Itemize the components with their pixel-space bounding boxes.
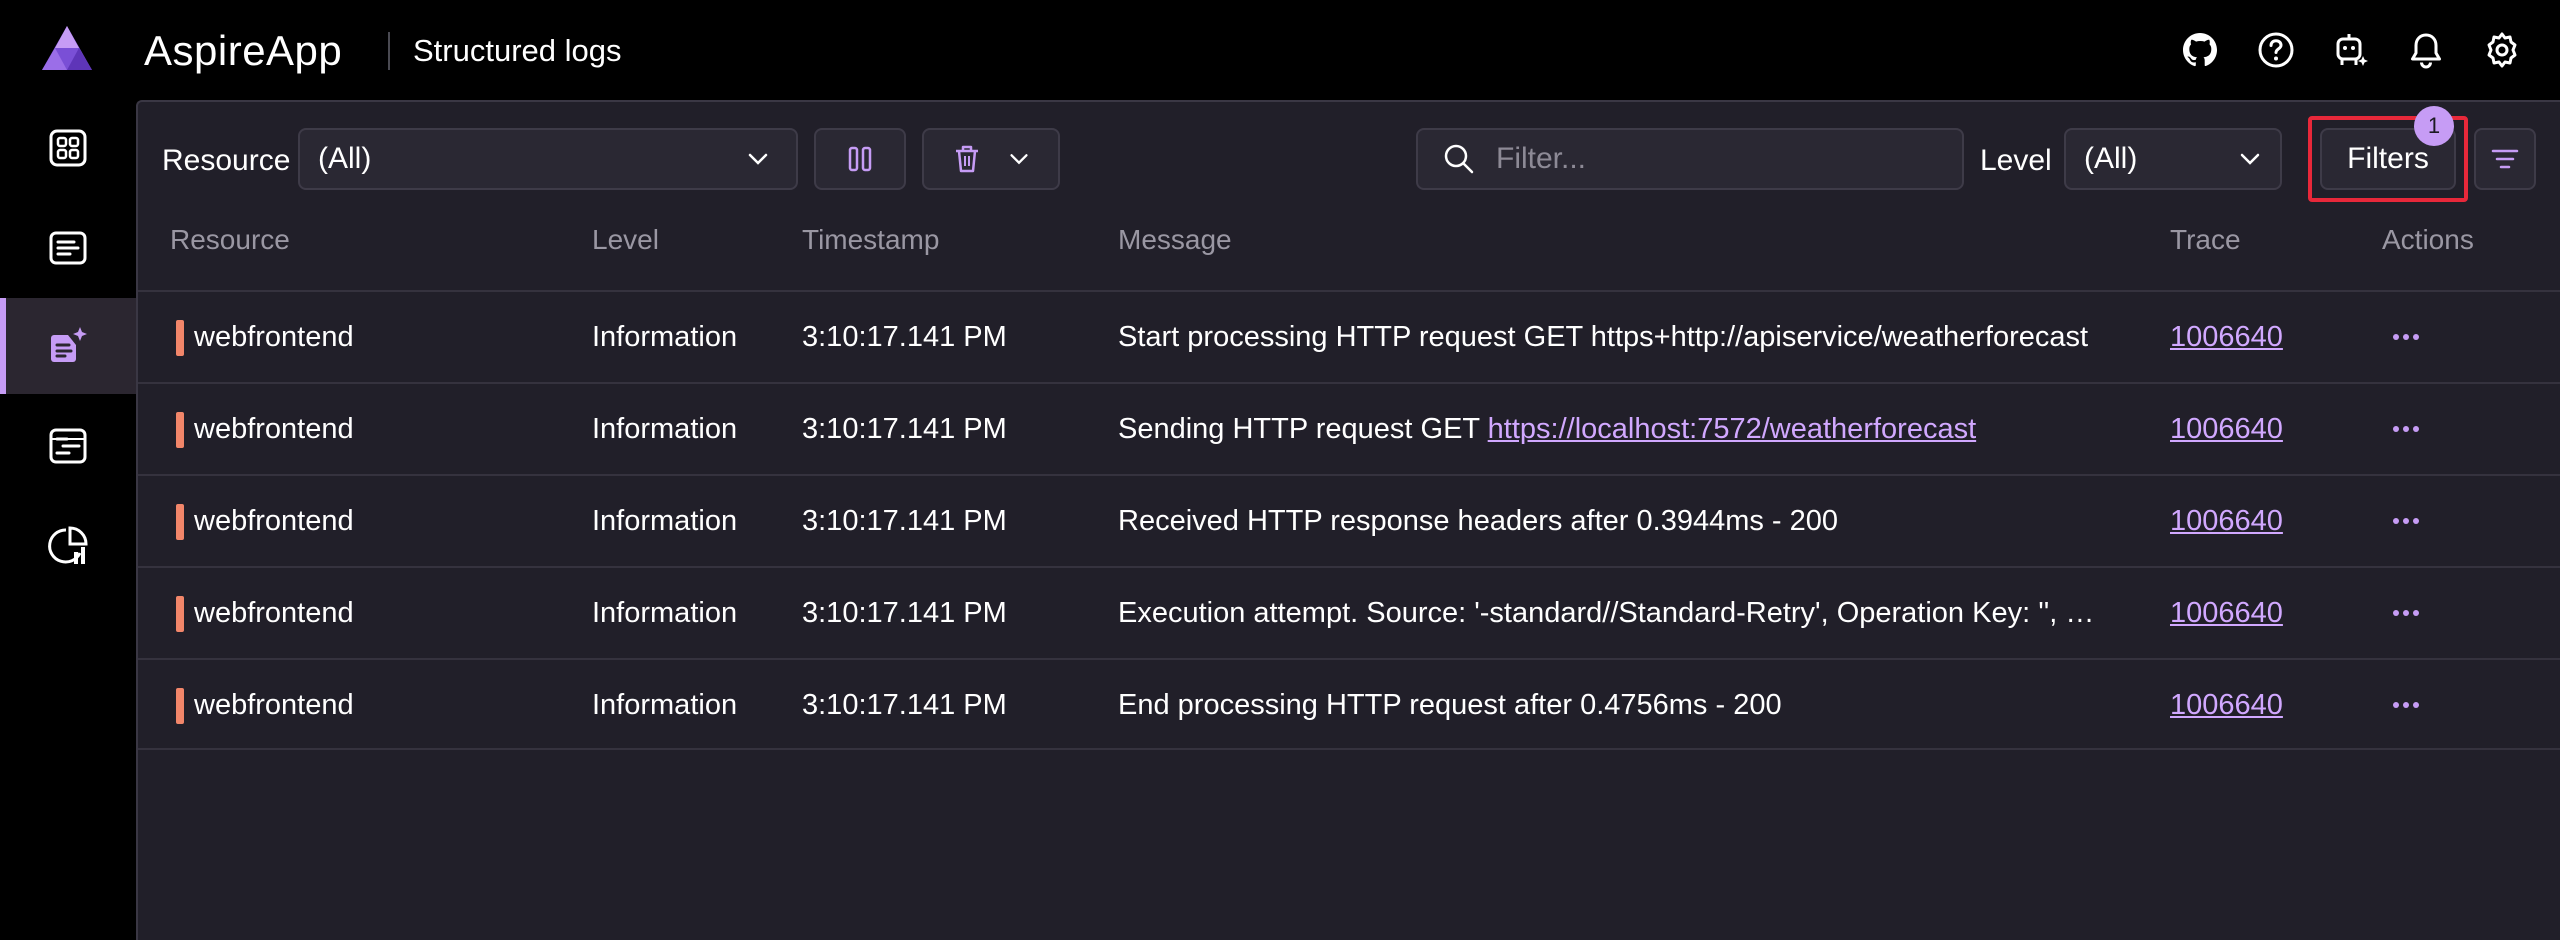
notifications-icon[interactable]: [2402, 26, 2450, 74]
resource-color-marker: [176, 596, 184, 632]
clear-logs-button[interactable]: [922, 128, 1060, 190]
resource-color-marker: [176, 412, 184, 448]
message-cell: Sending HTTP request GET https://localho…: [1118, 411, 1976, 447]
timestamp-cell: 3:10:17.141 PM: [802, 505, 1007, 537]
trace-link[interactable]: 1006640: [2170, 319, 2283, 355]
pause-button[interactable]: [814, 128, 906, 190]
column-header-timestamp[interactable]: Timestamp: [802, 222, 939, 258]
level-label: Level: [1980, 144, 2052, 177]
message-cell: End processing HTTP request after 0.4756…: [1118, 689, 1782, 721]
more-actions-icon[interactable]: [2386, 598, 2426, 628]
nav-metrics[interactable]: [0, 498, 136, 594]
aspire-logo-icon[interactable]: [40, 24, 94, 74]
pause-icon: [848, 146, 872, 172]
metrics-icon: [48, 526, 88, 564]
table-row[interactable]: webfrontend Information 3:10:17.141 PM E…: [138, 566, 2560, 658]
console-icon: [49, 231, 87, 265]
column-header-resource[interactable]: Resource: [170, 222, 290, 258]
chevron-down-icon: [1010, 154, 1028, 165]
nav-console[interactable]: [0, 200, 136, 296]
grid-icon: [49, 129, 87, 167]
column-header-message[interactable]: Message: [1118, 222, 1232, 258]
filter-input[interactable]: Filter...: [1416, 128, 1964, 190]
column-header-trace[interactable]: Trace: [2170, 222, 2241, 258]
level-select-value: (All): [2084, 142, 2138, 175]
settings-icon[interactable]: [2478, 26, 2526, 74]
structured-logs-panel: Resource (All) Filter... Level (All) Fil…: [136, 100, 2560, 940]
nav-structured-logs[interactable]: [0, 298, 136, 394]
help-icon[interactable]: [2252, 26, 2300, 74]
table-row[interactable]: webfrontend Information 3:10:17.141 PM E…: [138, 658, 2560, 750]
trace-link[interactable]: 1006640: [2170, 411, 2283, 447]
resource-cell: webfrontend: [194, 321, 354, 353]
timestamp-cell: 3:10:17.141 PM: [802, 597, 1007, 629]
more-actions-icon[interactable]: [2386, 414, 2426, 444]
level-cell: Information: [592, 597, 738, 629]
app-header: AspireApp Structured logs: [0, 0, 2560, 100]
chevron-down-icon: [748, 153, 768, 165]
resource-cell: webfrontend: [194, 689, 354, 721]
app-title[interactable]: AspireApp: [144, 26, 342, 76]
github-icon[interactable]: [2176, 26, 2224, 74]
column-header-actions: Actions: [2382, 224, 2474, 255]
level-cell: Information: [592, 413, 738, 445]
level-select[interactable]: (All): [2064, 128, 2282, 190]
resource-cell: webfrontend: [194, 505, 354, 537]
level-cell: Information: [592, 505, 738, 537]
resource-select[interactable]: (All): [298, 128, 798, 190]
more-actions-icon[interactable]: [2386, 506, 2426, 536]
table-row[interactable]: webfrontend Information 3:10:17.141 PM R…: [138, 474, 2560, 566]
resource-color-marker: [176, 320, 184, 356]
copilot-icon[interactable]: [2328, 26, 2376, 74]
traces-icon: [49, 428, 87, 464]
resource-color-marker: [176, 504, 184, 540]
structured-logs-icon: [51, 327, 87, 362]
trash-icon: [956, 145, 978, 173]
timestamp-cell: 3:10:17.141 PM: [802, 321, 1007, 353]
more-actions-icon[interactable]: [2386, 690, 2426, 720]
filter-placeholder: Filter...: [1496, 142, 1587, 175]
timestamp-cell: 3:10:17.141 PM: [802, 413, 1007, 445]
chevron-down-icon: [2240, 153, 2260, 165]
message-cell: Execution attempt. Source: '-standard//S…: [1118, 597, 2108, 629]
resource-cell: webfrontend: [194, 597, 354, 629]
resource-select-value: (All): [318, 142, 372, 175]
message-cell: Start processing HTTP request GET https+…: [1118, 321, 2089, 353]
trace-link[interactable]: 1006640: [2170, 503, 2283, 539]
title-divider: [388, 32, 390, 70]
level-cell: Information: [592, 321, 738, 353]
trace-link[interactable]: 1006640: [2170, 595, 2283, 631]
level-cell: Information: [592, 689, 738, 721]
more-actions-icon[interactable]: [2386, 322, 2426, 352]
nav-resources[interactable]: [0, 100, 136, 196]
message-cell: Received HTTP response headers after 0.3…: [1118, 505, 1839, 537]
side-navigation: [0, 100, 136, 940]
filter-lines-icon: [2491, 149, 2519, 169]
page-title: Structured logs: [413, 33, 622, 68]
nav-traces[interactable]: [0, 398, 136, 494]
resource-color-marker: [176, 688, 184, 724]
message-url-link[interactable]: https://localhost:7572/weatherforecast: [1488, 413, 1976, 445]
timestamp-cell: 3:10:17.141 PM: [802, 689, 1007, 721]
filters-count-badge: 1: [2414, 106, 2454, 146]
message-text: Sending HTTP request GET: [1118, 413, 1488, 445]
resource-label: Resource: [162, 144, 291, 177]
table-row[interactable]: webfrontend Information 3:10:17.141 PM S…: [138, 382, 2560, 474]
filter-options-button[interactable]: [2474, 128, 2536, 190]
trace-link[interactable]: 1006640: [2170, 687, 2283, 723]
column-header-level[interactable]: Level: [592, 222, 659, 258]
table-row[interactable]: webfrontend Information 3:10:17.141 PM S…: [138, 290, 2560, 382]
search-icon: [1444, 144, 1474, 174]
resource-cell: webfrontend: [194, 413, 354, 445]
